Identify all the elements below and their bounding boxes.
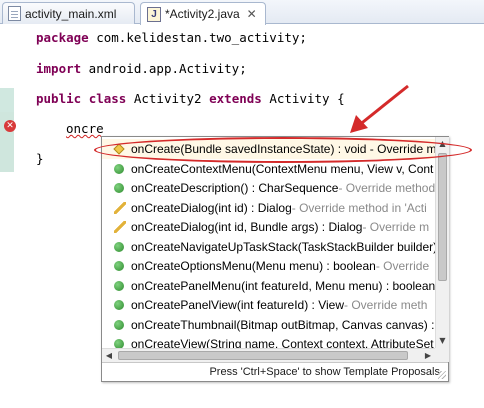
proposal-signature: onCreateContextMenu(ContextMenu menu, Vi… xyxy=(131,162,434,176)
proposal-item[interactable]: onCreateDescription() : CharSequence - O… xyxy=(102,178,435,198)
scroll-right-arrow-icon[interactable]: ▶ xyxy=(421,349,435,362)
proposal-item[interactable]: onCreateOptionsMenu(Menu menu) : boolean… xyxy=(102,256,435,276)
keyword: class xyxy=(88,91,127,106)
proposal-detail: - Override method xyxy=(338,181,435,195)
scrollbar-corner xyxy=(435,348,449,362)
tab-label: *Activity2.java xyxy=(165,7,240,21)
proposal-detail: - Override m xyxy=(362,220,430,234)
keyword: extends xyxy=(209,91,262,106)
editor-ruler: ✕ xyxy=(0,25,20,408)
proposal-detail: - Override xyxy=(375,259,430,273)
proposal-item[interactable]: onCreateNavigateUpTaskStack(TaskStackBui… xyxy=(102,237,435,257)
xml-file-icon xyxy=(8,6,21,21)
close-tab-icon[interactable]: ✕ xyxy=(246,7,258,21)
tab-activity2-java[interactable]: J *Activity2.java ✕ xyxy=(140,2,266,25)
highlight-ellipse xyxy=(94,137,472,163)
proposal-detail: - Override method in 'Acti xyxy=(291,201,427,215)
proposal-item[interactable]: onCreateDialog(int id, Bundle args) : Di… xyxy=(102,217,435,237)
proposal-item[interactable]: onCreateDialog(int id) : Dialog - Overri… xyxy=(102,198,435,218)
proposal-list[interactable]: onCreate(Bundle savedInstanceState) : vo… xyxy=(102,137,435,348)
code-line-package: package com.kelidestan.two_activity; xyxy=(36,30,307,46)
proposal-item[interactable]: onCreatePanelMenu(int featureId, Menu me… xyxy=(102,276,435,296)
public-method-icon xyxy=(114,261,124,271)
proposal-item[interactable]: onCreateView(String name, Context contex… xyxy=(102,334,435,348)
horizontal-scrollbar[interactable]: ◀ ▶ xyxy=(102,348,435,362)
status-text: Press 'Ctrl+Space' to show Template Prop… xyxy=(209,366,440,378)
proposal-item[interactable]: onCreateThumbnail(Bitmap outBitmap, Canv… xyxy=(102,315,435,335)
proposal-signature: onCreateDialog(int id, Bundle args) : Di… xyxy=(131,220,363,234)
proposal-signature: onCreateOptionsMenu(Menu menu) : boolean xyxy=(131,259,376,273)
public-method-icon xyxy=(114,339,124,348)
public-method-icon xyxy=(114,300,124,310)
proposal-signature: onCreateNavigateUpTaskStack(TaskStackBui… xyxy=(131,240,435,254)
content-assist-popup[interactable]: onCreate(Bundle savedInstanceState) : vo… xyxy=(101,136,449,382)
code-text: com.kelidestan.two_activity; xyxy=(88,30,307,45)
keyword: package xyxy=(36,30,89,45)
code-text: android.app.Activity; xyxy=(81,61,247,76)
proposal-detail: - Override meth xyxy=(344,298,428,312)
code-line-class: public class Activity2 extends Activity … xyxy=(36,91,345,107)
proposal-item[interactable]: onCreatePanelView(int featureId) : View … xyxy=(102,295,435,315)
public-method-icon xyxy=(114,164,124,174)
resize-grip-icon[interactable] xyxy=(438,371,446,379)
error-marker-icon[interactable]: ✕ xyxy=(4,120,16,132)
keyword: import xyxy=(36,61,82,76)
quick-diff-marker xyxy=(0,88,14,112)
editor-tab-bar: activity_main.xml J *Activity2.java ✕ xyxy=(0,0,484,25)
scrollbar-thumb[interactable] xyxy=(118,351,408,360)
tab-activity-main-xml[interactable]: activity_main.xml xyxy=(2,2,135,24)
deprecated-method-icon xyxy=(114,221,126,233)
proposal-signature: onCreateView(String name, Context contex… xyxy=(131,337,434,348)
public-method-icon xyxy=(114,281,124,291)
closing-brace: } xyxy=(36,151,44,166)
content-assist-status: Press 'Ctrl+Space' to show Template Prop… xyxy=(102,362,448,381)
code-text: Activity { xyxy=(261,91,345,106)
proposal-signature: onCreateDialog(int id) : Dialog xyxy=(131,201,292,215)
deprecated-method-icon xyxy=(114,202,126,214)
public-method-icon xyxy=(114,320,124,330)
scrollbar-thumb[interactable] xyxy=(438,153,447,281)
public-method-icon xyxy=(114,242,124,252)
public-method-icon xyxy=(114,183,124,193)
proposal-signature: onCreateThumbnail(Bitmap outBitmap, Canv… xyxy=(131,318,435,332)
keyword: public xyxy=(36,91,82,106)
code-line-import: import android.app.Activity; xyxy=(36,61,247,77)
code-text: Activity2 xyxy=(126,91,210,106)
scroll-down-arrow-icon[interactable]: ▼ xyxy=(436,334,449,348)
java-file-icon: J xyxy=(147,6,161,22)
typed-text: oncre xyxy=(66,121,104,136)
code-line-typed[interactable]: oncre xyxy=(66,121,104,137)
vertical-scrollbar[interactable]: ▲ ▼ xyxy=(435,137,449,348)
tab-label: activity_main.xml xyxy=(25,6,117,21)
proposal-signature: onCreateDescription() : CharSequence xyxy=(131,181,339,195)
scroll-left-arrow-icon[interactable]: ◀ xyxy=(102,349,116,362)
proposal-signature: onCreatePanelMenu(int featureId, Menu me… xyxy=(131,279,435,293)
proposal-signature: onCreatePanelView(int featureId) : View xyxy=(131,298,345,312)
code-line-closing: } xyxy=(36,151,44,167)
